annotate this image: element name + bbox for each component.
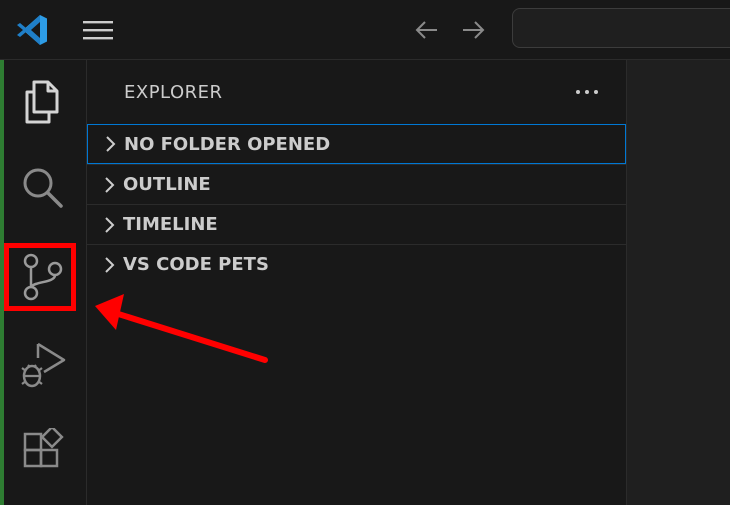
ellipsis-icon	[576, 90, 598, 94]
section-label: NO FOLDER OPENED	[124, 133, 331, 155]
explorer-button[interactable]	[13, 72, 73, 132]
files-icon	[25, 80, 59, 124]
editor-area	[627, 60, 730, 505]
section-label: TIMELINE	[123, 214, 218, 235]
section-no-folder-opened[interactable]: NO FOLDER OPENED	[87, 124, 626, 164]
vscode-logo-icon	[14, 12, 50, 48]
arrow-left-icon[interactable]	[410, 14, 444, 46]
section-label: VS CODE PETS	[123, 254, 269, 275]
sidebar-title: EXPLORER	[124, 82, 223, 103]
more-actions-button[interactable]	[571, 78, 603, 106]
chevron-right-icon	[96, 124, 124, 164]
section-vs-code-pets[interactable]: VS CODE PETS	[87, 244, 626, 284]
arrow-right-icon[interactable]	[456, 14, 490, 46]
chevron-right-icon	[95, 245, 123, 285]
extensions-button[interactable]	[13, 420, 73, 480]
run-debug-icon	[21, 342, 66, 388]
search-icon	[23, 168, 63, 208]
section-label: OUTLINE	[123, 174, 211, 195]
search-button[interactable]	[13, 158, 73, 218]
command-center-search[interactable]	[512, 8, 730, 48]
chevron-right-icon	[95, 165, 123, 205]
extensions-icon	[23, 428, 64, 468]
section-timeline[interactable]: TIMELINE	[87, 204, 626, 244]
annotation-highlight-box	[4, 243, 76, 311]
explorer-sidebar: EXPLORER NO FOLDER OPENED OUTLINE TIMELI…	[87, 60, 627, 505]
run-debug-button[interactable]	[13, 335, 73, 395]
menu-icon[interactable]	[80, 16, 116, 44]
section-outline[interactable]: OUTLINE	[87, 164, 626, 204]
title-bar	[0, 0, 730, 60]
chevron-right-icon	[95, 205, 123, 245]
